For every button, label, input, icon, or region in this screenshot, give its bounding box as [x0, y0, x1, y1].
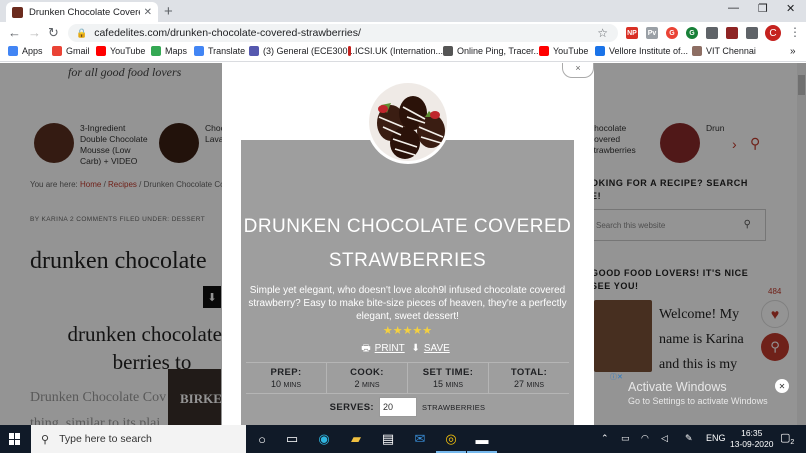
extension-pv-icon[interactable]: Pv — [646, 27, 658, 39]
youtube-icon — [539, 46, 549, 56]
cortana-icon[interactable]: ○ — [251, 429, 273, 449]
extensions-puzzle-icon[interactable] — [726, 27, 738, 39]
bookmarks-overflow-icon[interactable]: » — [790, 46, 796, 57]
serves-input[interactable]: 20 — [379, 397, 417, 417]
ping-icon — [443, 46, 453, 56]
url-text[interactable]: cafedelites.com/drunken-chocolate-covere… — [94, 27, 361, 39]
new-tab-icon[interactable]: + — [164, 3, 173, 20]
navigation-bar: ← → ↻ 🔒 cafedelites.com/drunken-chocolat… — [0, 22, 806, 44]
recipe-title: DRUNKEN CHOCOLATE COVERED STRAWBERRIES — [243, 216, 572, 271]
gmail-icon — [52, 46, 62, 56]
bookmark-icsi[interactable]: ICSI.UK (Internation... — [348, 46, 443, 56]
tray-chevron-icon[interactable]: ⌃ — [601, 433, 609, 444]
icsi-icon — [348, 46, 351, 56]
bookmark-maps[interactable]: Maps — [151, 46, 187, 56]
reload-icon[interactable]: ↻ — [48, 25, 59, 41]
mail-icon[interactable]: ✉ — [409, 429, 431, 449]
bookmark-vellore[interactable]: Vellore Institute of... — [595, 46, 688, 56]
apps-grid-icon — [8, 46, 18, 56]
chrome-icon[interactable]: ◎ — [440, 429, 462, 449]
serves-label: SERVES: — [329, 401, 374, 413]
profile-avatar[interactable]: C — [765, 25, 781, 41]
youtube-icon — [96, 46, 106, 56]
search-icon: ⚲ — [41, 433, 50, 446]
notification-center-icon[interactable]: ▢2 — [780, 431, 794, 446]
recipe-rating-stars[interactable]: ★★★★★ — [241, 324, 574, 337]
recipe-actions: 🖶 PRINT ⬇ SAVE — [241, 341, 574, 358]
bookmark-apps[interactable]: Apps — [8, 46, 43, 56]
pen-icon[interactable]: ✎ — [685, 433, 693, 444]
extension-grammarly-icon[interactable]: G — [686, 27, 698, 39]
close-window-icon[interactable]: ✕ — [786, 2, 795, 15]
edge-icon[interactable]: ◉ — [313, 429, 335, 449]
vit-icon — [595, 46, 605, 56]
bookmark-teams-general[interactable]: (3) General (ECE300... — [249, 46, 355, 56]
wifi-icon[interactable]: ◠ — [641, 433, 649, 444]
file-explorer-icon[interactable]: ▰ — [345, 429, 367, 449]
bookmark-youtube-2[interactable]: YouTube — [539, 46, 588, 56]
windows-taskbar: ⚲ Type here to search ○ ▭ ◉ ▰ ▤ ✉ ◎ ▬ ⌃ … — [0, 425, 806, 453]
bookmarks-bar: Apps Gmail YouTube Maps Translate (3) Ge… — [0, 44, 806, 62]
taskbar-search-box[interactable]: ⚲ Type here to search — [31, 425, 246, 453]
save-icon[interactable]: ⬇ — [411, 343, 419, 354]
recipe-servings: SERVES: 20 STRAWBERRIES — [241, 397, 574, 417]
print-button[interactable]: PRINT — [375, 343, 405, 354]
lock-icon[interactable]: 🔒 — [76, 28, 87, 39]
volume-icon[interactable]: ◁ — [661, 433, 668, 444]
windows-start-icon[interactable] — [9, 433, 21, 445]
ad-info-icon[interactable]: ⓘ✕ — [610, 372, 623, 382]
recipe-photo — [366, 80, 450, 164]
ad-close-icon[interactable]: ✕ — [775, 379, 789, 393]
terminal-icon[interactable]: ▬ — [471, 429, 493, 449]
serves-unit: STRAWBERRIES — [422, 402, 486, 412]
translate-icon — [194, 46, 204, 56]
extension-box-icon[interactable] — [706, 27, 718, 39]
recipe-times: PREP: 10 MINS COOK: 2 MINS SET TIME: 15 … — [246, 362, 569, 394]
bookmark-online-ping[interactable]: Online Ping, Tracer... — [443, 46, 541, 56]
bookmark-translate[interactable]: Translate — [194, 46, 245, 56]
modal-close-button[interactable]: × — [562, 63, 594, 78]
maps-pin-icon — [151, 46, 161, 56]
store-icon[interactable]: ▤ — [377, 429, 399, 449]
teams-icon — [249, 46, 259, 56]
tab-strip: Drunken Chocolate Covered Straw ✕ + — ❐ … — [0, 0, 806, 22]
extension-g-icon[interactable]: G — [666, 27, 678, 39]
prep-time: PREP: 10 MINS — [246, 363, 327, 393]
back-icon[interactable]: ← — [8, 25, 21, 40]
extension-np-icon[interactable]: NP — [626, 27, 638, 39]
bookmark-youtube[interactable]: YouTube — [96, 46, 145, 56]
bookmark-vit-chennai[interactable]: VIT Chennai — [692, 46, 756, 56]
taskbar-clock[interactable]: 16:35 13-09-2020 — [730, 428, 773, 450]
set-time: SET TIME: 15 MINS — [408, 363, 489, 393]
recipe-description: Simple yet elegant, who doesn't love alc… — [248, 285, 567, 322]
forward-icon[interactable]: → — [28, 25, 41, 40]
battery-icon[interactable]: ▭ — [621, 433, 630, 444]
bookmark-gmail[interactable]: Gmail — [52, 46, 90, 56]
cook-time: COOK: 2 MINS — [327, 363, 408, 393]
minimize-icon[interactable]: — — [728, 2, 739, 14]
bookmark-star-icon[interactable]: ☆ — [597, 26, 608, 40]
task-view-icon[interactable]: ▭ — [281, 429, 303, 449]
tab-close-icon[interactable]: ✕ — [144, 7, 152, 18]
vit-chennai-icon — [692, 46, 702, 56]
browser-menu-icon[interactable]: ⋮ — [789, 25, 801, 39]
total-time: TOTAL: 27 MINS — [510, 367, 548, 389]
activate-windows-watermark: Activate Windows Go to Settings to activ… — [628, 380, 768, 406]
browser-tab[interactable]: Drunken Chocolate Covered Straw ✕ — [6, 2, 158, 22]
restore-icon[interactable]: ❐ — [758, 2, 768, 15]
tab-title: Drunken Chocolate Covered Straw — [29, 6, 140, 18]
reading-list-icon[interactable] — [746, 27, 758, 39]
address-bar[interactable]: 🔒 cafedelites.com/drunken-chocolate-cove… — [68, 24, 618, 42]
site-favicon-icon — [12, 6, 23, 18]
print-icon[interactable]: 🖶 — [361, 343, 370, 354]
language-indicator[interactable]: ENG — [706, 433, 726, 443]
save-button[interactable]: SAVE — [424, 343, 450, 354]
